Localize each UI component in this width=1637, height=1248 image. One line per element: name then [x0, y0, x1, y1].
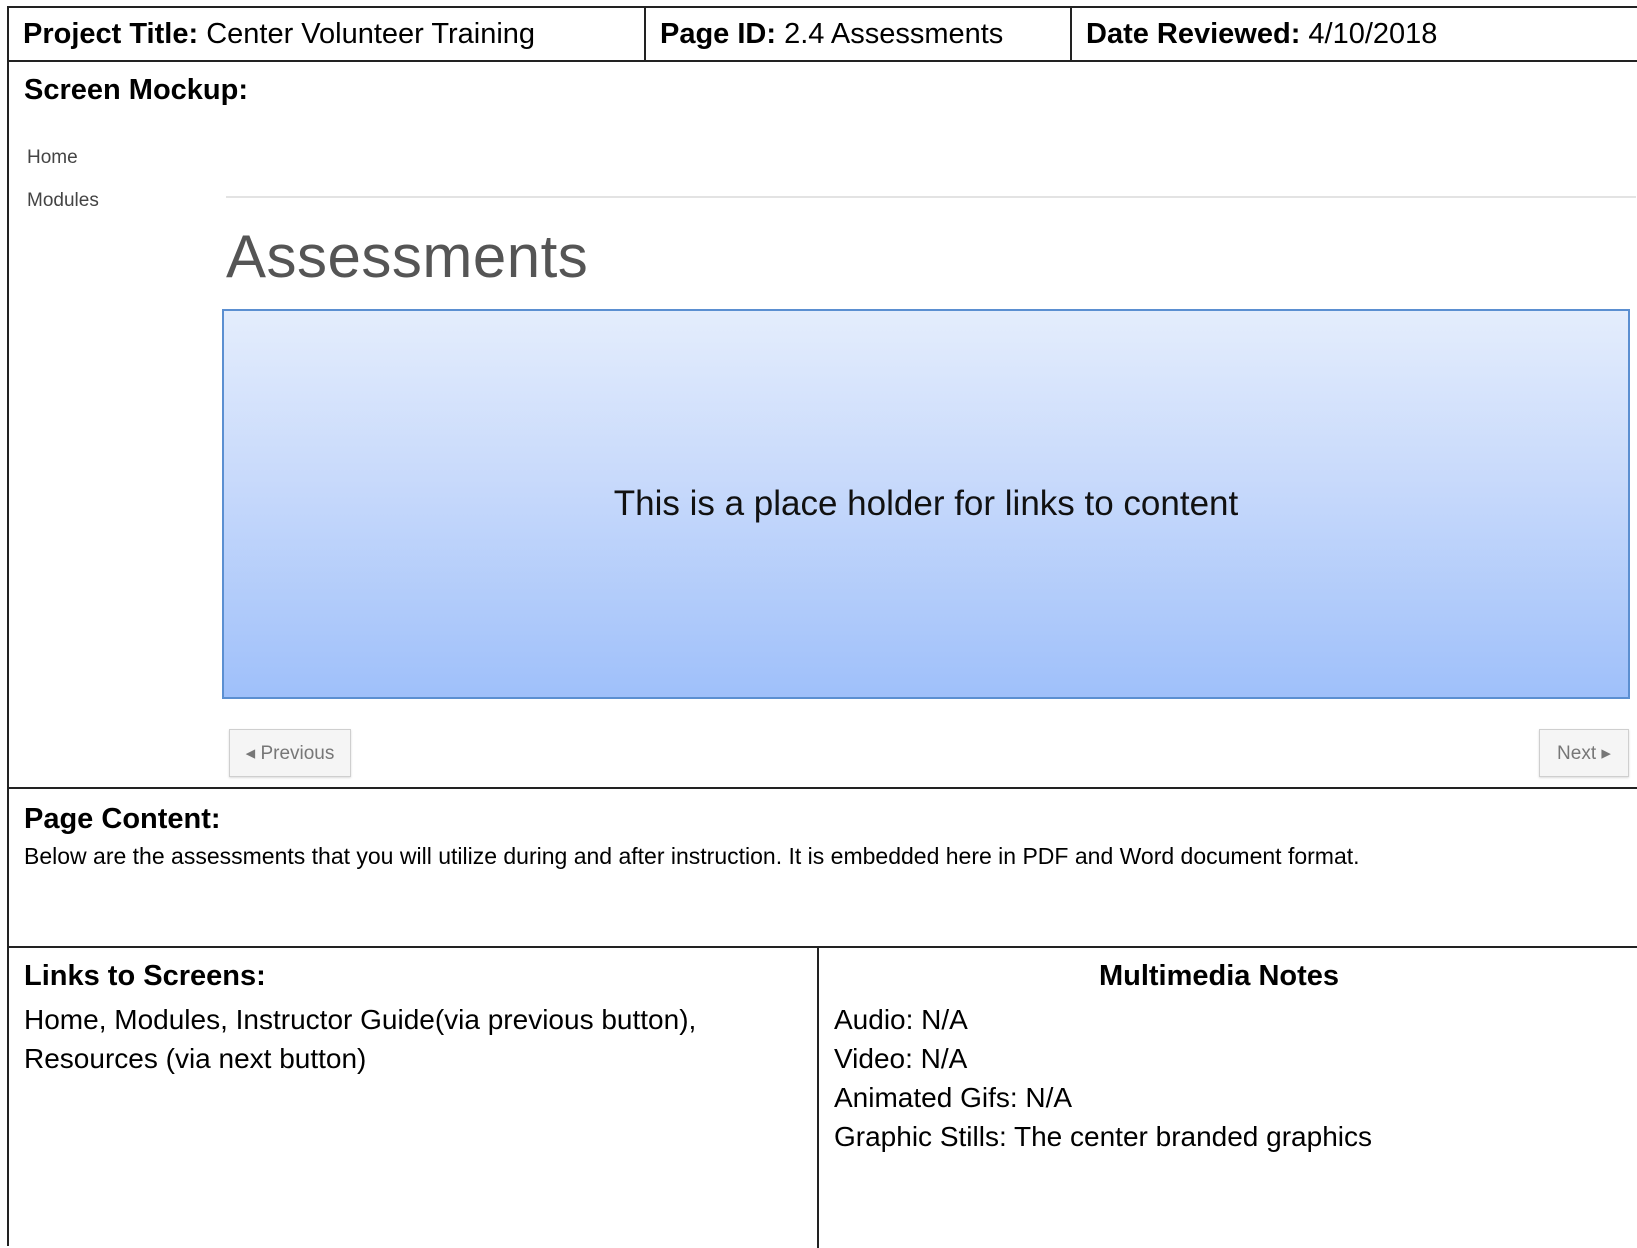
links-to-screens-cell: Links to Screens: Home, Modules, Instruc… [9, 948, 819, 1248]
links-to-screens-label: Links to Screens: [24, 960, 266, 992]
header-row: Project Title: Center Volunteer Training… [9, 8, 1637, 62]
project-title-label: Project Title: [23, 18, 199, 50]
page-id-cell: Page ID: 2.4 Assessments [646, 8, 1072, 60]
placeholder-text: This is a place holder for links to cont… [613, 484, 1239, 523]
links-to-screens-text: Home, Modules, Instructor Guide(via prev… [24, 1004, 697, 1074]
date-reviewed-cell: Date Reviewed: 4/10/2018 [1072, 8, 1637, 60]
mockup-page-title: Assessments [226, 223, 589, 290]
page-content-section: Page Content: Below are the assessments … [9, 789, 1637, 948]
content-placeholder: This is a place holder for links to cont… [222, 309, 1630, 699]
project-title-cell: Project Title: Center Volunteer Training [9, 8, 646, 60]
page-content-label: Page Content: [24, 803, 221, 835]
nav-link-home[interactable]: Home [27, 147, 78, 169]
graphic-stills-note: Graphic Stills: The center branded graph… [834, 1121, 1372, 1152]
animated-gifs-note: Animated Gifs: N/A [834, 1082, 1073, 1113]
date-reviewed-label: Date Reviewed: [1086, 18, 1301, 50]
project-title-value: Center Volunteer Training [206, 18, 536, 50]
audio-note: Audio: N/A [834, 1004, 968, 1035]
video-note: Video: N/A [834, 1043, 968, 1074]
page-content-text: Below are the assessments that you will … [24, 843, 1360, 869]
screen-mockup-section: Screen Mockup: Home Modules Assessments … [9, 62, 1637, 789]
storyboard-sheet: Project Title: Center Volunteer Training… [7, 6, 1637, 1248]
page-id-value: 2.4 Assessments [784, 18, 1004, 50]
multimedia-notes-list: Audio: N/A Video: N/A Animated Gifs: N/A… [834, 1000, 1372, 1156]
screen-mockup-label: Screen Mockup: [24, 74, 248, 106]
divider [226, 196, 1636, 198]
multimedia-notes-title: Multimedia Notes [1098, 960, 1340, 992]
page-id-label: Page ID: [660, 18, 777, 50]
bottom-section: Links to Screens: Home, Modules, Instruc… [9, 948, 1637, 1248]
date-reviewed-value: 4/10/2018 [1308, 18, 1438, 50]
next-button[interactable]: Next ▸ [1539, 729, 1629, 777]
previous-button[interactable]: ◂ Previous [229, 729, 351, 777]
nav-link-modules[interactable]: Modules [27, 190, 99, 212]
multimedia-notes-cell: Multimedia Notes Audio: N/A Video: N/A A… [819, 948, 1637, 1248]
